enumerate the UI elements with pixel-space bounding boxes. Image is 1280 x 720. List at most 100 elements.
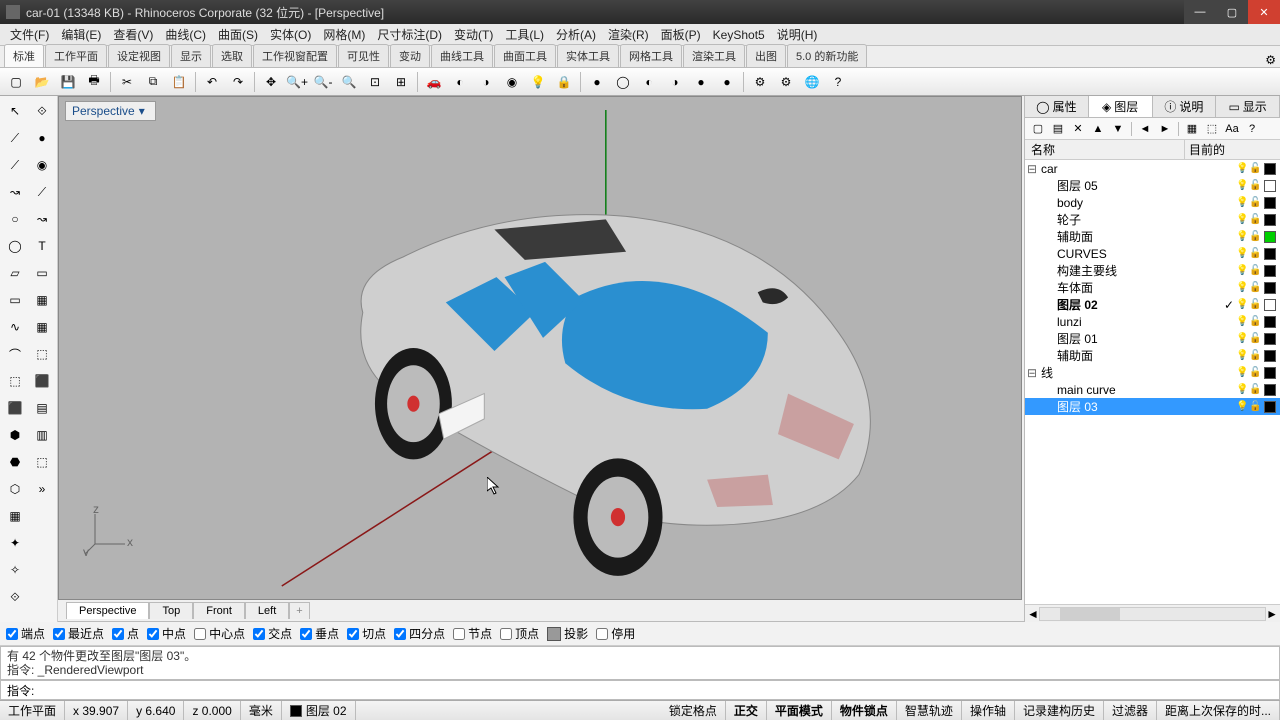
toolbar-button[interactable]: ● [715, 70, 739, 94]
toolbar-button[interactable]: ▢ [4, 70, 28, 94]
layer-row[interactable]: 图层 02✓💡🔓 [1025, 296, 1280, 313]
tool-button[interactable]: ⬚ [29, 341, 55, 367]
toolbar-button[interactable]: ✂ [115, 70, 139, 94]
toolbar-button[interactable]: 🔍+ [285, 70, 309, 94]
tool-button[interactable]: ⬛ [2, 395, 28, 421]
view-tab[interactable]: Left [245, 602, 289, 619]
command-line[interactable]: 指令: [0, 680, 1280, 700]
menu-item[interactable]: 文件(F) [4, 24, 55, 45]
menu-item[interactable]: 实体(O) [264, 24, 317, 45]
layer-tool-button[interactable]: ▼ [1109, 120, 1127, 138]
panel-tab[interactable]: ◯属性 [1025, 96, 1089, 117]
tool-button[interactable]: ↝ [2, 179, 28, 205]
tool-button[interactable]: ◯ [2, 233, 28, 259]
status-plane[interactable]: 工作平面 [0, 701, 65, 720]
layer-tool-button[interactable]: ⬚ [1203, 120, 1221, 138]
osnap-item[interactable]: 四分点 [394, 625, 445, 642]
tool-button[interactable]: ▤ [29, 395, 55, 421]
toolbar-button[interactable]: ⚙ [748, 70, 772, 94]
tool-tab[interactable]: 选取 [212, 44, 252, 67]
menu-item[interactable]: 分析(A) [550, 24, 602, 45]
tool-tab[interactable]: 显示 [171, 44, 211, 67]
toolbar-button[interactable]: ⚙ [774, 70, 798, 94]
osnap-item[interactable]: 停用 [596, 625, 635, 642]
osnap-item[interactable]: 端点 [6, 625, 45, 642]
layer-tool-button[interactable]: ▦ [1183, 120, 1201, 138]
osnap-item[interactable]: 切点 [347, 625, 386, 642]
menu-item[interactable]: 渲染(R) [602, 24, 655, 45]
status-toggle[interactable]: 记录建构历史 [1015, 701, 1104, 720]
view-tab[interactable]: Top [149, 602, 193, 619]
status-z[interactable]: z 0.000 [184, 701, 240, 720]
tool-button[interactable]: ✧ [2, 557, 28, 583]
toolbar-button[interactable]: ✥ [259, 70, 283, 94]
menu-item[interactable]: 编辑(E) [55, 24, 107, 45]
status-x[interactable]: x 39.907 [65, 701, 128, 720]
tool-button[interactable]: ⟋ [2, 125, 28, 151]
tool-button[interactable]: ⬛ [29, 368, 55, 394]
menu-item[interactable]: 查看(V) [107, 24, 159, 45]
status-layer[interactable]: 图层 02 [282, 701, 356, 720]
toolbar-button[interactable]: ? [826, 70, 850, 94]
tool-button[interactable]: ○ [2, 206, 28, 232]
toolbar-button[interactable]: ⧉ [141, 70, 165, 94]
tool-tab[interactable]: 网格工具 [620, 44, 682, 67]
toolbar-button[interactable]: ↶ [200, 70, 224, 94]
col-name[interactable]: 名称 [1025, 140, 1185, 159]
viewport[interactable]: Perspective▾ z x y [58, 96, 1022, 600]
toolbar-button[interactable]: 🔒 [552, 70, 576, 94]
tool-tab[interactable]: 工作平面 [45, 44, 107, 67]
tool-button[interactable]: ↖ [2, 98, 28, 124]
menu-item[interactable]: 尺寸标注(D) [371, 24, 448, 45]
status-toggle[interactable]: 物件锁点 [832, 701, 897, 720]
tool-button[interactable]: T [29, 233, 55, 259]
status-toggle[interactable]: 平面模式 [767, 701, 832, 720]
menu-item[interactable]: 说明(H) [771, 24, 824, 45]
layer-row[interactable]: 辅助面💡🔓 [1025, 228, 1280, 245]
scroll-right-icon[interactable]: ► [1266, 607, 1278, 621]
status-toggle[interactable]: 过滤器 [1104, 701, 1157, 720]
minimize-button[interactable]: — [1184, 0, 1216, 24]
menu-item[interactable]: 变动(T) [448, 24, 499, 45]
layer-tree[interactable]: ⊟car💡🔓图层 05💡🔓body💡🔓轮子💡🔓辅助面💡🔓CURVES💡🔓构建主要… [1025, 160, 1280, 604]
status-toggle[interactable]: 智慧轨迹 [897, 701, 962, 720]
tool-button[interactable]: ● [29, 125, 55, 151]
layer-tool-button[interactable]: ✕ [1069, 120, 1087, 138]
tool-button[interactable]: ✦ [2, 530, 28, 556]
layer-row[interactable]: body💡🔓 [1025, 194, 1280, 211]
toolbar-button[interactable]: 📂 [30, 70, 54, 94]
tool-tab[interactable]: 可见性 [338, 44, 389, 67]
tool-button[interactable]: ⟐ [2, 584, 28, 610]
layer-row[interactable]: 辅助面💡🔓 [1025, 347, 1280, 364]
view-tab[interactable]: Front [193, 602, 245, 619]
tool-tab[interactable]: 5.0 的新功能 [787, 44, 867, 67]
toolbar-button[interactable]: 💡 [526, 70, 550, 94]
tool-button[interactable]: ▦ [29, 314, 55, 340]
tool-button[interactable]: ⬣ [2, 449, 28, 475]
tool-button[interactable]: ▭ [29, 260, 55, 286]
osnap-item[interactable]: 中心点 [194, 625, 245, 642]
tool-button[interactable]: ⟋ [29, 179, 55, 205]
panel-tab[interactable]: ⓘ说明 [1153, 96, 1217, 117]
status-toggle[interactable]: 锁定格点 [661, 701, 726, 720]
tool-button[interactable]: ↝ [29, 206, 55, 232]
tool-tab[interactable]: 出图 [746, 44, 786, 67]
layer-tool-button[interactable]: ▢ [1029, 120, 1047, 138]
tool-tab[interactable]: 工作视窗配置 [253, 44, 337, 67]
toolbar-button[interactable]: ↷ [226, 70, 250, 94]
toolbar-button[interactable]: ⊡ [363, 70, 387, 94]
toolbar-button[interactable]: 🖶 [82, 70, 106, 94]
status-toggle[interactable]: 距离上次保存的时... [1157, 701, 1280, 720]
close-button[interactable]: ✕ [1248, 0, 1280, 24]
layer-row[interactable]: 构建主要线💡🔓 [1025, 262, 1280, 279]
layer-tool-button[interactable]: ▤ [1049, 120, 1067, 138]
toolbar-button[interactable]: ◑ [474, 70, 498, 94]
tool-tab[interactable]: 曲线工具 [431, 44, 493, 67]
layer-tool-button[interactable]: Aa [1223, 120, 1241, 138]
osnap-item[interactable]: 中点 [147, 625, 186, 642]
toolbar-button[interactable]: ◑ [663, 70, 687, 94]
layer-row[interactable]: lunzi💡🔓 [1025, 313, 1280, 330]
layer-row[interactable]: ⊟car💡🔓 [1025, 160, 1280, 177]
tool-button[interactable]: ⟐ [29, 98, 55, 124]
osnap-item[interactable]: 垂点 [300, 625, 339, 642]
